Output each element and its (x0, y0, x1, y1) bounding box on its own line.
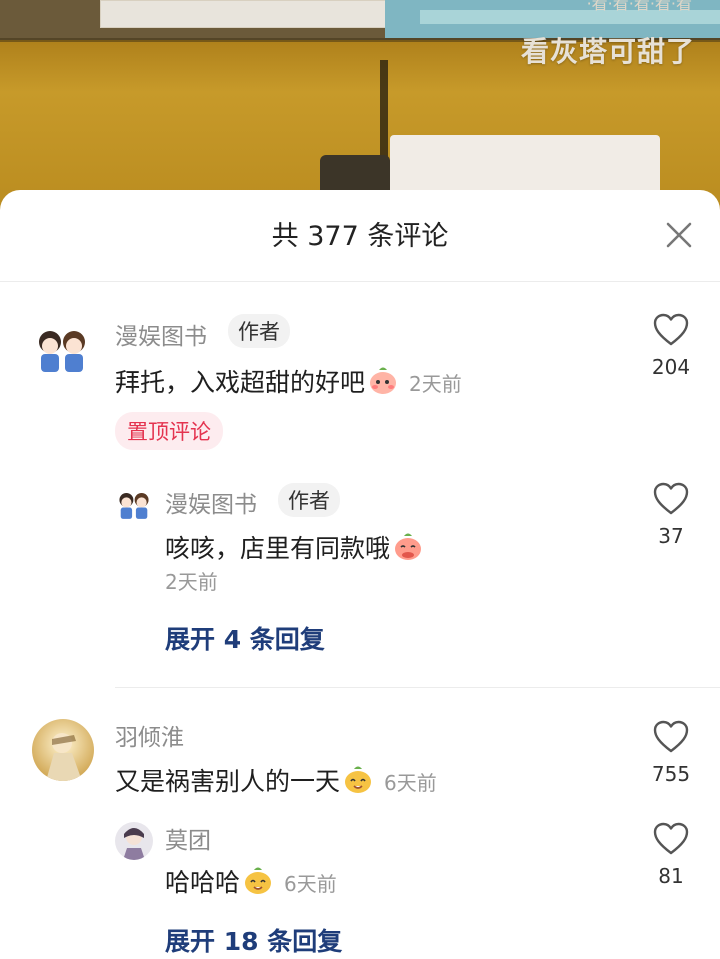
avatar-image (115, 486, 153, 524)
comment-text-body: 又是祸害别人的一天 (115, 767, 341, 796)
comment-text-body: 拜托，入戏超甜的好吧 (115, 368, 366, 397)
author-tag: 作者 (228, 314, 290, 348)
heart-icon (653, 482, 689, 515)
book (100, 0, 387, 28)
heart-icon (653, 822, 689, 855)
blush-emoji-icon (370, 367, 397, 394)
reply-text-body: 哈哈哈 (165, 868, 241, 897)
comments-panel: 共 377 条评论 漫娱图书 作者 拜托，入戏超甜的好吧 2天前 置顶评论 20… (0, 190, 720, 959)
reply-text[interactable]: 哈哈哈 6天前 (165, 863, 337, 899)
reply-time: 6天前 (284, 872, 337, 896)
avatar-image (115, 822, 153, 860)
close-icon (666, 222, 692, 248)
reply-text[interactable]: 咳咳，店里有同款哦 (165, 529, 424, 565)
comment-text[interactable]: 又是祸害别人的一天 6天前 (115, 762, 437, 798)
heart-icon (653, 720, 689, 753)
like-count: 204 (651, 355, 691, 379)
expand-replies-button[interactable]: 展开 18 条回复 (165, 922, 342, 958)
video-caption: 看灰塔可甜了 (520, 35, 695, 68)
like-button[interactable]: 755 (641, 720, 701, 786)
like-count: 755 (651, 762, 691, 786)
avatar[interactable] (32, 719, 94, 781)
divider (115, 687, 720, 688)
reply-name[interactable]: 莫团 (165, 821, 211, 855)
commenter-name[interactable]: 羽倾淮 (115, 718, 184, 752)
heart-icon (653, 313, 689, 346)
comments-count-title: 共 377 条评论 (271, 221, 449, 252)
commenter-name[interactable]: 漫娱图书 (115, 317, 207, 351)
like-button[interactable]: 204 (641, 313, 701, 379)
expand-replies-button[interactable]: 展开 4 条回复 (165, 620, 325, 656)
avatar[interactable] (32, 320, 92, 380)
smile-emoji-icon (245, 867, 272, 894)
avatar-image (32, 320, 92, 380)
reply-name[interactable]: 漫娱图书 (165, 485, 257, 519)
reply-avatar[interactable] (115, 486, 153, 524)
like-button[interactable]: 37 (641, 482, 701, 548)
comment-time: 2天前 (409, 372, 462, 396)
comments-header: 共 377 条评论 (0, 190, 720, 282)
author-tag: 作者 (278, 483, 340, 517)
like-button[interactable]: 81 (641, 822, 701, 888)
video-top-text: ·看·看·看·看·看 (586, 0, 692, 13)
reply-text-body: 咳咳，店里有同款哦 (165, 534, 391, 563)
reply-avatar[interactable] (115, 822, 153, 860)
comment-time: 6天前 (384, 771, 437, 795)
like-count: 81 (658, 864, 684, 888)
reply-time: 2天前 (165, 570, 218, 594)
smile-emoji-icon (345, 766, 372, 793)
avatar-image (32, 719, 94, 781)
comment-text[interactable]: 拜托，入戏超甜的好吧 2天前 (115, 363, 462, 399)
shy-emoji-icon (395, 533, 422, 560)
close-button[interactable] (664, 220, 694, 250)
like-count: 37 (658, 524, 684, 548)
pinned-badge: 置顶评论 (115, 412, 223, 450)
